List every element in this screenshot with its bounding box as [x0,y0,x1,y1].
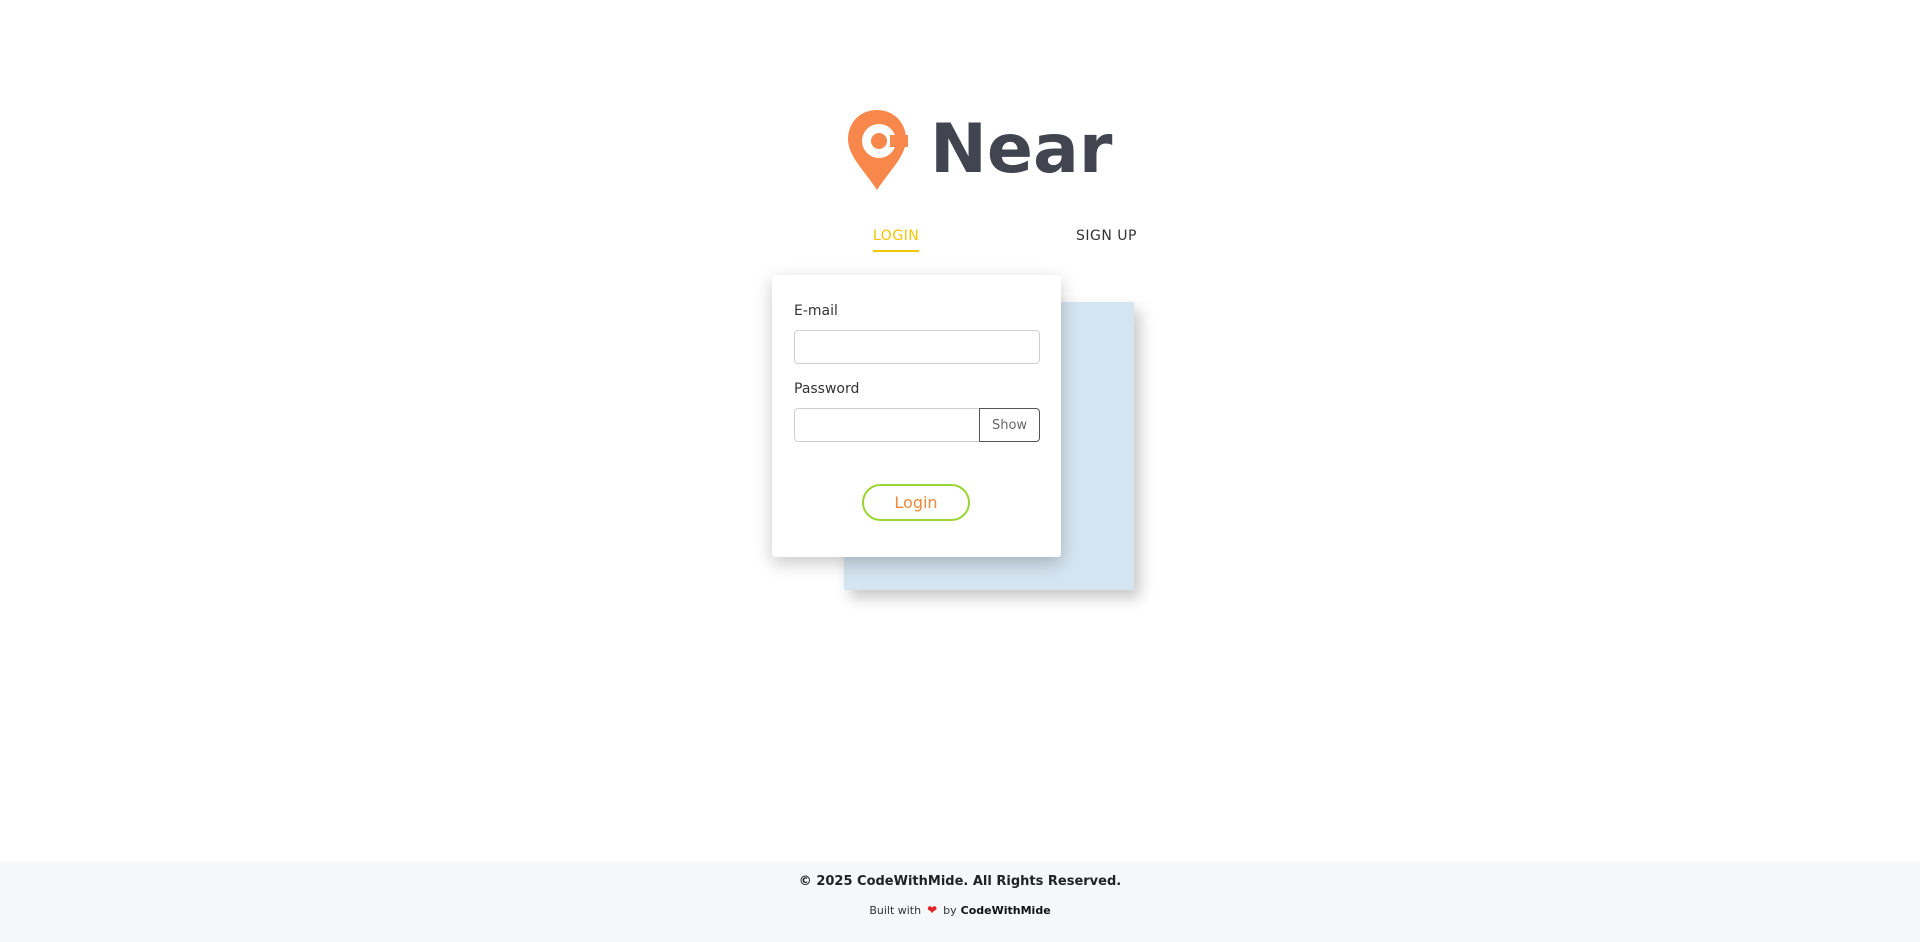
password-field[interactable] [794,408,980,442]
heart-icon: ❤ [927,903,938,917]
show-password-button[interactable]: Show [979,408,1040,442]
brand-logo[interactable]: Near [846,108,1112,192]
email-field[interactable] [794,330,1040,364]
login-button[interactable]: Login [862,484,970,521]
brand-name: Near [930,110,1113,189]
login-page: Near LOGIN SIGN UP E-mail Password Show … [0,0,1920,942]
location-pin-logo-icon [848,110,908,190]
footer-credit: Built with ❤ by CodeWithMide [0,903,1920,917]
author-link[interactable]: CodeWithMide [961,904,1051,917]
footer-copyright: © 2025 CodeWithMide. All Rights Reserved… [798,874,1122,889]
email-label: E-mail [794,303,838,319]
footer: © 2025 CodeWithMide. All Rights Reserved… [0,862,1920,942]
login-form-card: E-mail Password Show Login [772,275,1061,557]
tab-login[interactable]: LOGIN [873,228,920,252]
built-by-text: by [943,903,957,917]
built-with-text: Built with [869,903,922,917]
password-label: Password [794,381,860,397]
tab-signup[interactable]: SIGN UP [1076,228,1137,250]
